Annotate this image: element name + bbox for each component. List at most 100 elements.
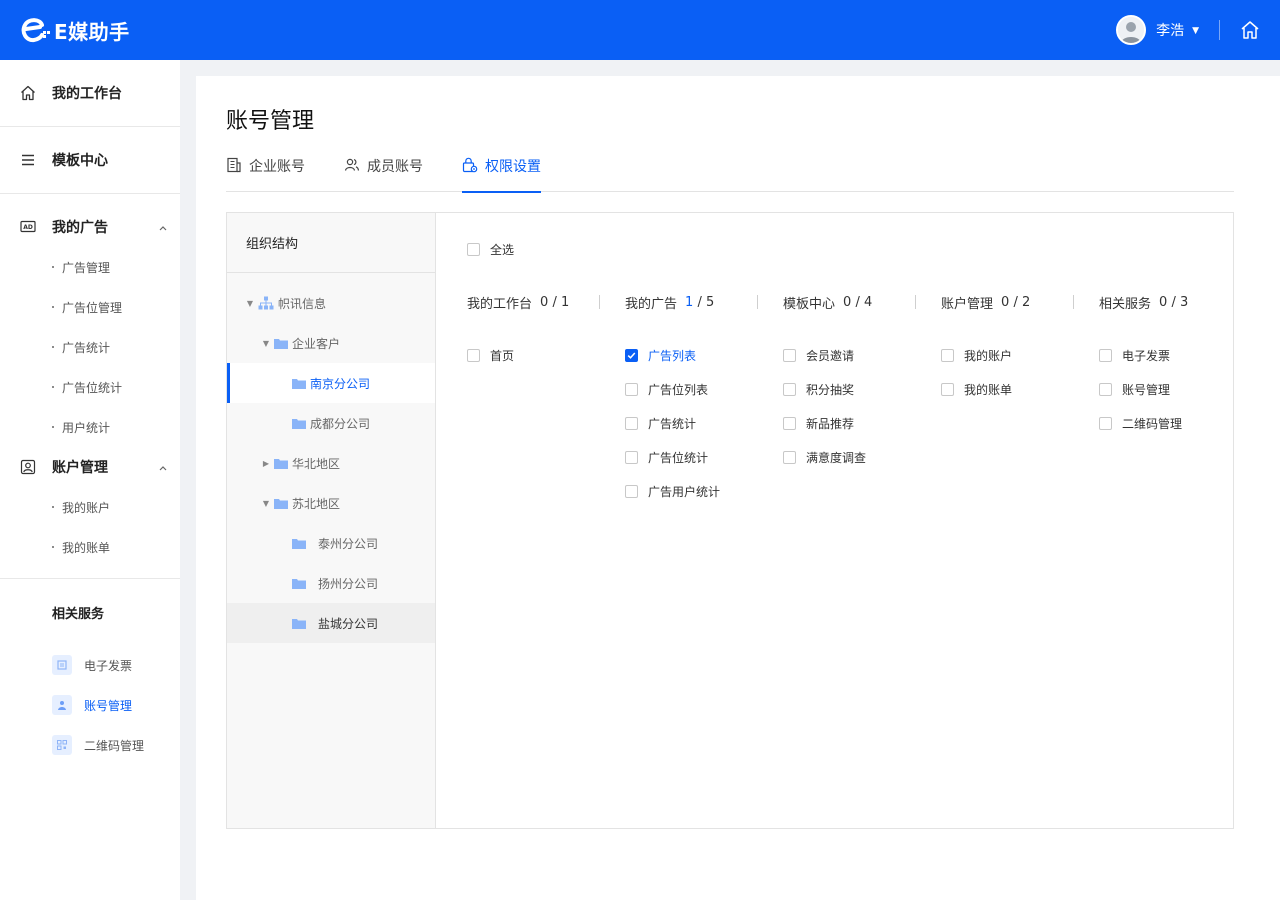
checkbox[interactable]: [467, 348, 480, 362]
checkbox[interactable]: [625, 450, 638, 464]
sidebar-item-invoice[interactable]: 电子发票: [0, 645, 180, 685]
folder-icon: [292, 538, 306, 549]
checkbox[interactable]: [941, 348, 954, 362]
select-all-checkbox[interactable]: [467, 243, 480, 256]
perm-option[interactable]: 广告位列表: [625, 372, 783, 406]
app-logo[interactable]: E媒助手: [20, 14, 130, 46]
app-name: E媒助手: [54, 19, 130, 44]
perm-option[interactable]: 广告位统计: [625, 440, 783, 474]
tree-node-chengdu[interactable]: 成都分公司: [227, 403, 435, 443]
tree-node-taizhou[interactable]: 泰州分公司: [227, 523, 435, 563]
top-bar: E媒助手 李浩 ▼: [0, 0, 1280, 60]
sidebar-group-label: 我的广告: [52, 220, 108, 236]
folder-icon: [292, 378, 306, 389]
checkbox[interactable]: [941, 382, 954, 396]
tree-node-nanjing[interactable]: 南京分公司: [227, 363, 435, 403]
checkbox[interactable]: [783, 382, 796, 396]
main-content: 账号管理 企业账号 成员账号 权限设置 组织结构 ▼ 帜讯信息 ▼ 企业客户 南…: [196, 76, 1280, 900]
sidebar-item-templates[interactable]: 模板中心: [0, 127, 180, 193]
sidebar-item-adslot-stats[interactable]: 广告位统计: [0, 367, 180, 407]
caret-right-icon[interactable]: ▶: [258, 459, 274, 468]
folder-icon: [292, 418, 306, 429]
users-icon: [344, 157, 360, 173]
caret-down-icon[interactable]: ▼: [258, 339, 274, 348]
tab-permission-settings[interactable]: 权限设置: [462, 148, 541, 193]
perm-option[interactable]: 广告统计: [625, 406, 783, 440]
perm-option[interactable]: 电子发票: [1099, 338, 1257, 372]
checkbox[interactable]: [1099, 382, 1112, 396]
qrcode-icon: [52, 735, 72, 755]
tree-node-root[interactable]: ▼ 帜讯信息: [227, 283, 435, 323]
sidebar-item-qrcode[interactable]: 二维码管理: [0, 725, 180, 765]
perm-group-header: 我的广告 1 / 5: [625, 294, 715, 312]
tab-enterprise-account[interactable]: 企业账号: [226, 148, 305, 192]
divider: [757, 295, 758, 309]
sidebar-item-user-stats[interactable]: 用户统计: [0, 407, 180, 447]
checkbox[interactable]: [783, 450, 796, 464]
sidebar-item-adslot-manage[interactable]: 广告位管理: [0, 287, 180, 327]
perm-group-services: 相关服务 0 / 3 电子发票 账号管理 二维码管理: [1099, 293, 1257, 440]
divider: [599, 295, 600, 309]
invoice-icon: [52, 655, 72, 675]
home-icon: [20, 85, 36, 101]
sidebar: 我的工作台 模板中心 AD 我的广告 广告管理 广告位管理 广告统计 广告位统计…: [0, 60, 180, 900]
sidebar-item-ad-stats[interactable]: 广告统计: [0, 327, 180, 367]
perm-option[interactable]: 账号管理: [1099, 372, 1257, 406]
folder-icon: [274, 338, 288, 349]
caret-down-icon[interactable]: ▼: [258, 499, 274, 508]
checkbox[interactable]: [1099, 416, 1112, 430]
sidebar-item-my-account[interactable]: 我的账户: [0, 487, 180, 527]
caret-down-icon[interactable]: ▼: [1192, 26, 1199, 36]
sidebar-item-workbench[interactable]: 我的工作台: [0, 60, 180, 126]
perm-option[interactable]: 我的账户: [941, 338, 1099, 372]
sidebar-group-ads[interactable]: AD 我的广告: [0, 207, 180, 247]
tree-node-huabei[interactable]: ▶ 华北地区: [227, 443, 435, 483]
perm-option[interactable]: 会员邀请: [783, 338, 941, 372]
sidebar-item-account-manage[interactable]: 账号管理: [0, 685, 180, 725]
sidebar-group-label: 账户管理: [52, 460, 108, 476]
folder-icon: [274, 498, 288, 509]
folder-icon: [274, 458, 288, 469]
chevron-up-icon[interactable]: [158, 221, 168, 237]
sidebar-group-account[interactable]: 账户管理: [0, 447, 180, 487]
avatar[interactable]: [1116, 15, 1147, 45]
checkbox-checked[interactable]: [625, 348, 638, 362]
perm-group-templates: 模板中心 0 / 4 会员邀请 积分抽奖 新品推荐 满意度调查: [783, 293, 941, 474]
perm-option[interactable]: 广告用户统计: [625, 474, 783, 508]
perm-option[interactable]: 新品推荐: [783, 406, 941, 440]
tree-node-subei[interactable]: ▼ 苏北地区: [227, 483, 435, 523]
org-tree: ▼ 帜讯信息 ▼ 企业客户 南京分公司 成都分公司 ▶ 华北地区 ▼ 苏北地区 …: [227, 273, 435, 643]
checkbox[interactable]: [625, 484, 638, 498]
checkbox[interactable]: [1099, 348, 1112, 362]
org-title: 组织结构: [227, 213, 435, 273]
perm-option[interactable]: 我的账单: [941, 372, 1099, 406]
divider: [915, 295, 916, 309]
perm-option[interactable]: 首页: [467, 338, 625, 372]
username[interactable]: 李浩: [1156, 20, 1184, 40]
perm-option[interactable]: 广告列表: [625, 338, 783, 372]
home-icon[interactable]: [1220, 0, 1280, 60]
tree-node-enterprise[interactable]: ▼ 企业客户: [227, 323, 435, 363]
caret-down-icon[interactable]: ▼: [242, 299, 258, 308]
select-all[interactable]: 全选: [467, 241, 514, 258]
perm-group-account: 账户管理 0 / 2 我的账户 我的账单: [941, 293, 1099, 406]
perm-option[interactable]: 满意度调查: [783, 440, 941, 474]
permission-panel: 组织结构 ▼ 帜讯信息 ▼ 企业客户 南京分公司 成都分公司 ▶ 华北地区 ▼ …: [226, 212, 1234, 829]
tab-member-account[interactable]: 成员账号: [344, 148, 423, 192]
sidebar-item-label: 我的工作台: [52, 86, 122, 102]
sidebar-item-my-bill[interactable]: 我的账单: [0, 527, 180, 567]
checkbox[interactable]: [783, 348, 796, 362]
tree-node-yangzhou[interactable]: 扬州分公司: [227, 563, 435, 603]
checkbox[interactable]: [783, 416, 796, 430]
folder-icon: [292, 578, 306, 589]
perm-group-header: 账户管理 0 / 2: [941, 294, 1031, 312]
chevron-up-icon[interactable]: [158, 461, 168, 477]
perm-option[interactable]: 积分抽奖: [783, 372, 941, 406]
sidebar-item-ad-manage[interactable]: 广告管理: [0, 247, 180, 287]
checkbox[interactable]: [625, 416, 638, 430]
tab-bar: 企业账号 成员账号 权限设置: [226, 148, 1234, 193]
ad-icon: AD: [20, 219, 36, 235]
tree-node-yancheng[interactable]: 盐城分公司: [227, 603, 435, 643]
perm-option[interactable]: 二维码管理: [1099, 406, 1257, 440]
checkbox[interactable]: [625, 382, 638, 396]
